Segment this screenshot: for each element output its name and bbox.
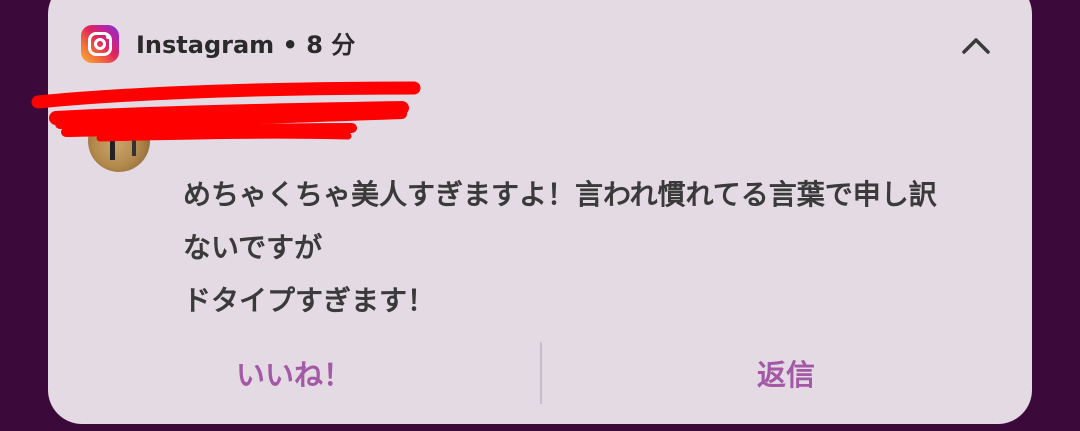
- message-line: ないですが: [183, 231, 323, 264]
- message-line: ドタイプすぎます！: [183, 284, 436, 317]
- message-line: めちゃくちゃ美人すぎますよ！言われ慣れてる言葉で申し訳: [183, 178, 937, 211]
- notification-actions: いいね！ 返信: [48, 340, 1032, 410]
- notification-header: Instagram • 8 分: [136, 31, 356, 59]
- message-text: めちゃくちゃ美人すぎますよ！言われ慣れてる言葉で申し訳 ないですが ドタイプすぎ…: [183, 168, 1003, 327]
- instagram-icon: [81, 25, 119, 63]
- redaction-scribble: [31, 81, 421, 142]
- like-button[interactable]: いいね！: [48, 340, 540, 410]
- chevron-up-icon: [962, 38, 990, 54]
- collapse-button[interactable]: [952, 22, 1000, 66]
- reply-button[interactable]: 返信: [540, 340, 1032, 410]
